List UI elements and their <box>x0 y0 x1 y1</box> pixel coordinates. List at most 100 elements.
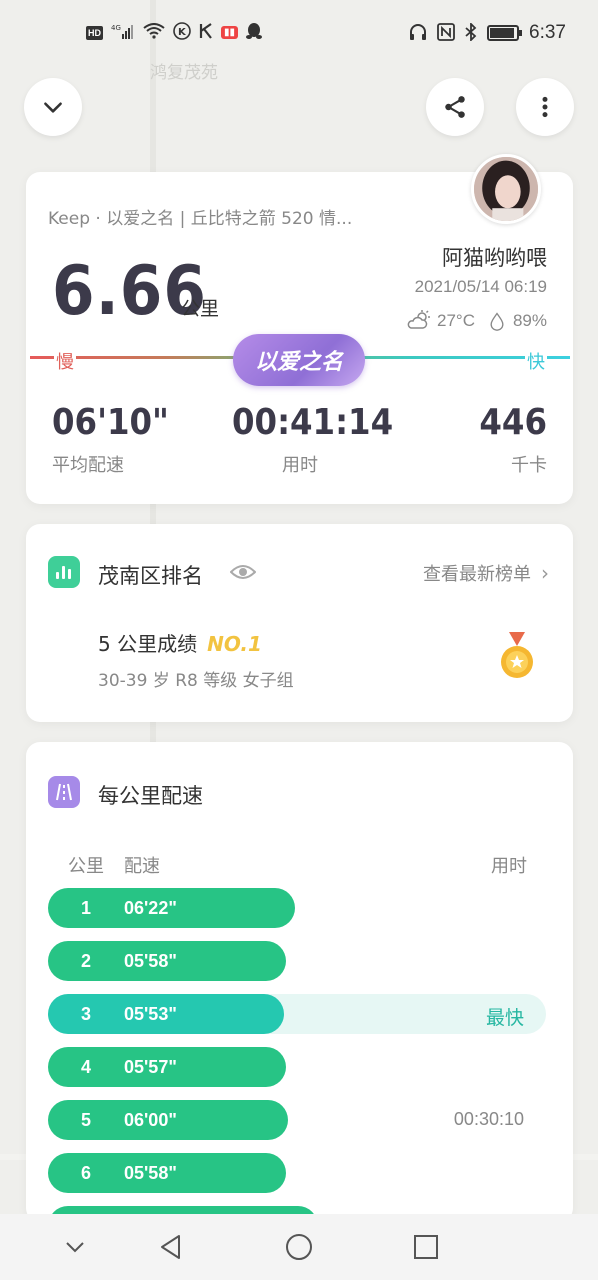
weather-info: 27°C 89% <box>407 310 547 332</box>
battery-icon <box>487 25 523 41</box>
stat-duration: 00:41:14 用时 <box>232 402 394 477</box>
split-cumulative-time: 00:30:10 <box>453 1109 524 1129</box>
rank-result: 5 公里成绩 NO.1 <box>98 628 262 657</box>
split-pace-bar: 5 06'00" <box>48 1100 288 1140</box>
district-ranking-card[interactable]: 茂南区排名 查看最新榜单 › 5 公里成绩 NO.1 30-39 岁 R8 等级 … <box>26 524 573 722</box>
nav-recents-button[interactable] <box>409 1230 443 1264</box>
wifi-icon <box>143 23 165 42</box>
stat-calories: 446 千卡 <box>479 402 547 477</box>
fastest-label: 最快 <box>485 1008 524 1029</box>
fast-label: 快 <box>525 348 547 374</box>
temperature: 27°C <box>436 311 475 330</box>
nav-hide-button[interactable] <box>58 1230 92 1264</box>
signal-icon: 4G <box>111 23 135 42</box>
run-date: 2021/05/14 06:19 <box>414 277 547 296</box>
status-time: 6:37 <box>529 22 566 43</box>
split-pace-bar: 3 05'53" <box>48 994 284 1034</box>
split-pace: 05'58" <box>124 950 177 971</box>
split-pace: 05'53" <box>124 1003 177 1024</box>
share-icon <box>445 96 465 118</box>
nav-home-button[interactable] <box>282 1230 316 1264</box>
home-circle-icon <box>286 1234 312 1260</box>
split-pace: 05'57" <box>124 1056 177 1077</box>
view-leaderboard-link[interactable]: 查看最新榜单 › <box>423 560 549 586</box>
user-name[interactable]: 阿猫哟哟喂 <box>442 242 547 272</box>
qq-penguin-icon <box>246 22 263 43</box>
stat-label: 用时 <box>282 455 318 476</box>
split-pace: 06'00" <box>124 1109 177 1130</box>
split-row: 6 05'58" <box>48 1153 546 1193</box>
humidity-drop-icon <box>490 312 504 331</box>
slow-label: 慢 <box>54 348 76 374</box>
svg-text:K: K <box>178 27 187 38</box>
split-km: 4 <box>80 1056 91 1077</box>
rank-result-label: 5 公里成绩 <box>98 632 198 656</box>
split-row: 3 05'53" 最快 <box>48 994 546 1034</box>
theme-badge[interactable]: 以爱之名 <box>233 334 365 386</box>
split-km: 5 <box>80 1109 91 1130</box>
split-km: 1 <box>80 897 91 918</box>
partly-cloudy-icon <box>407 310 430 329</box>
system-nav-bar <box>0 1214 598 1280</box>
keep-circle-icon: K <box>173 22 191 43</box>
user-photo <box>474 157 538 221</box>
collapse-button[interactable] <box>24 78 82 136</box>
stat-label: 平均配速 <box>52 455 124 476</box>
chevron-down-icon <box>44 102 62 113</box>
status-right-icons: 6:37 <box>409 21 566 44</box>
eye-icon[interactable] <box>230 562 256 582</box>
bluetooth-icon <box>465 21 477 44</box>
bar-chart-icon <box>48 556 80 588</box>
route-title[interactable]: Keep · 以爱之名 | 丘比特之箭 520 情... <box>48 204 388 229</box>
col-head-pace: 配速 <box>124 856 160 877</box>
more-vertical-icon <box>542 96 548 118</box>
per-km-pace-card: 每公里配速 公里 配速 用时 1 06'22" 2 05'58" 3 05'53" 最快 4 0… <box>26 742 573 1246</box>
split-pace: 06'22" <box>124 897 177 918</box>
split-km: 3 <box>80 1003 91 1024</box>
split-pace: 05'58" <box>124 1162 177 1183</box>
chevron-down-icon <box>66 1242 84 1253</box>
split-km: 2 <box>80 950 91 971</box>
split-pace-bar: 4 05'57" <box>48 1047 286 1087</box>
back-triangle-icon <box>161 1235 180 1259</box>
share-button[interactable] <box>426 78 484 136</box>
split-pace-bar: 2 05'58" <box>48 941 286 981</box>
more-options-button[interactable] <box>516 78 574 136</box>
headphones-icon <box>409 23 427 44</box>
split-km: 6 <box>80 1162 91 1183</box>
view-leaderboard-label: 查看最新榜单 <box>423 564 531 585</box>
col-head-time: 用时 <box>491 856 527 877</box>
status-bar: HD 4G K ▮▮ 6:37 <box>0 0 598 70</box>
split-row: 5 06'00" 00:30:10 <box>48 1100 546 1140</box>
run-summary-card: Keep · 以爱之名 | 丘比特之箭 520 情... 阿猫哟哟喂 2021/… <box>26 154 573 504</box>
stat-avg-pace: 06'10" 平均配速 <box>52 402 169 477</box>
split-row: 2 05'58" <box>48 941 546 981</box>
avatar[interactable] <box>471 154 541 224</box>
stat-value: 06'10" <box>52 402 169 443</box>
distance-unit: 公里 <box>181 298 220 320</box>
split-pace-bar: 6 05'58" <box>48 1153 286 1193</box>
recents-square-icon <box>414 1235 438 1259</box>
medal-icon <box>501 632 533 678</box>
stat-value: 00:41:14 <box>232 402 394 443</box>
split-row: 4 05'57" <box>48 1047 546 1087</box>
chevron-right-icon: › <box>541 561 549 585</box>
nfc-icon <box>437 22 455 44</box>
status-left-icons: HD 4G K ▮▮ <box>86 22 263 43</box>
svg-text:4G: 4G <box>111 24 121 32</box>
keep-k-icon <box>199 23 213 42</box>
nav-back-button[interactable] <box>154 1230 188 1264</box>
hd-icon: HD <box>86 25 103 40</box>
road-icon <box>48 776 80 808</box>
humidity: 89% <box>512 311 547 330</box>
book-app-icon: ▮▮ <box>221 26 239 39</box>
split-row: 1 06'22" <box>48 888 546 928</box>
rank-group: 30-39 岁 R8 等级 女子组 <box>98 671 294 691</box>
splits-title: 每公里配速 <box>98 784 203 808</box>
ranking-title: 茂南区排名 <box>98 564 203 588</box>
rank-number: NO.1 <box>207 632 262 656</box>
col-head-km: 公里 <box>68 856 104 877</box>
stat-value: 446 <box>479 402 547 443</box>
stat-label: 千卡 <box>511 455 547 476</box>
split-pace-bar: 1 06'22" <box>48 888 295 928</box>
